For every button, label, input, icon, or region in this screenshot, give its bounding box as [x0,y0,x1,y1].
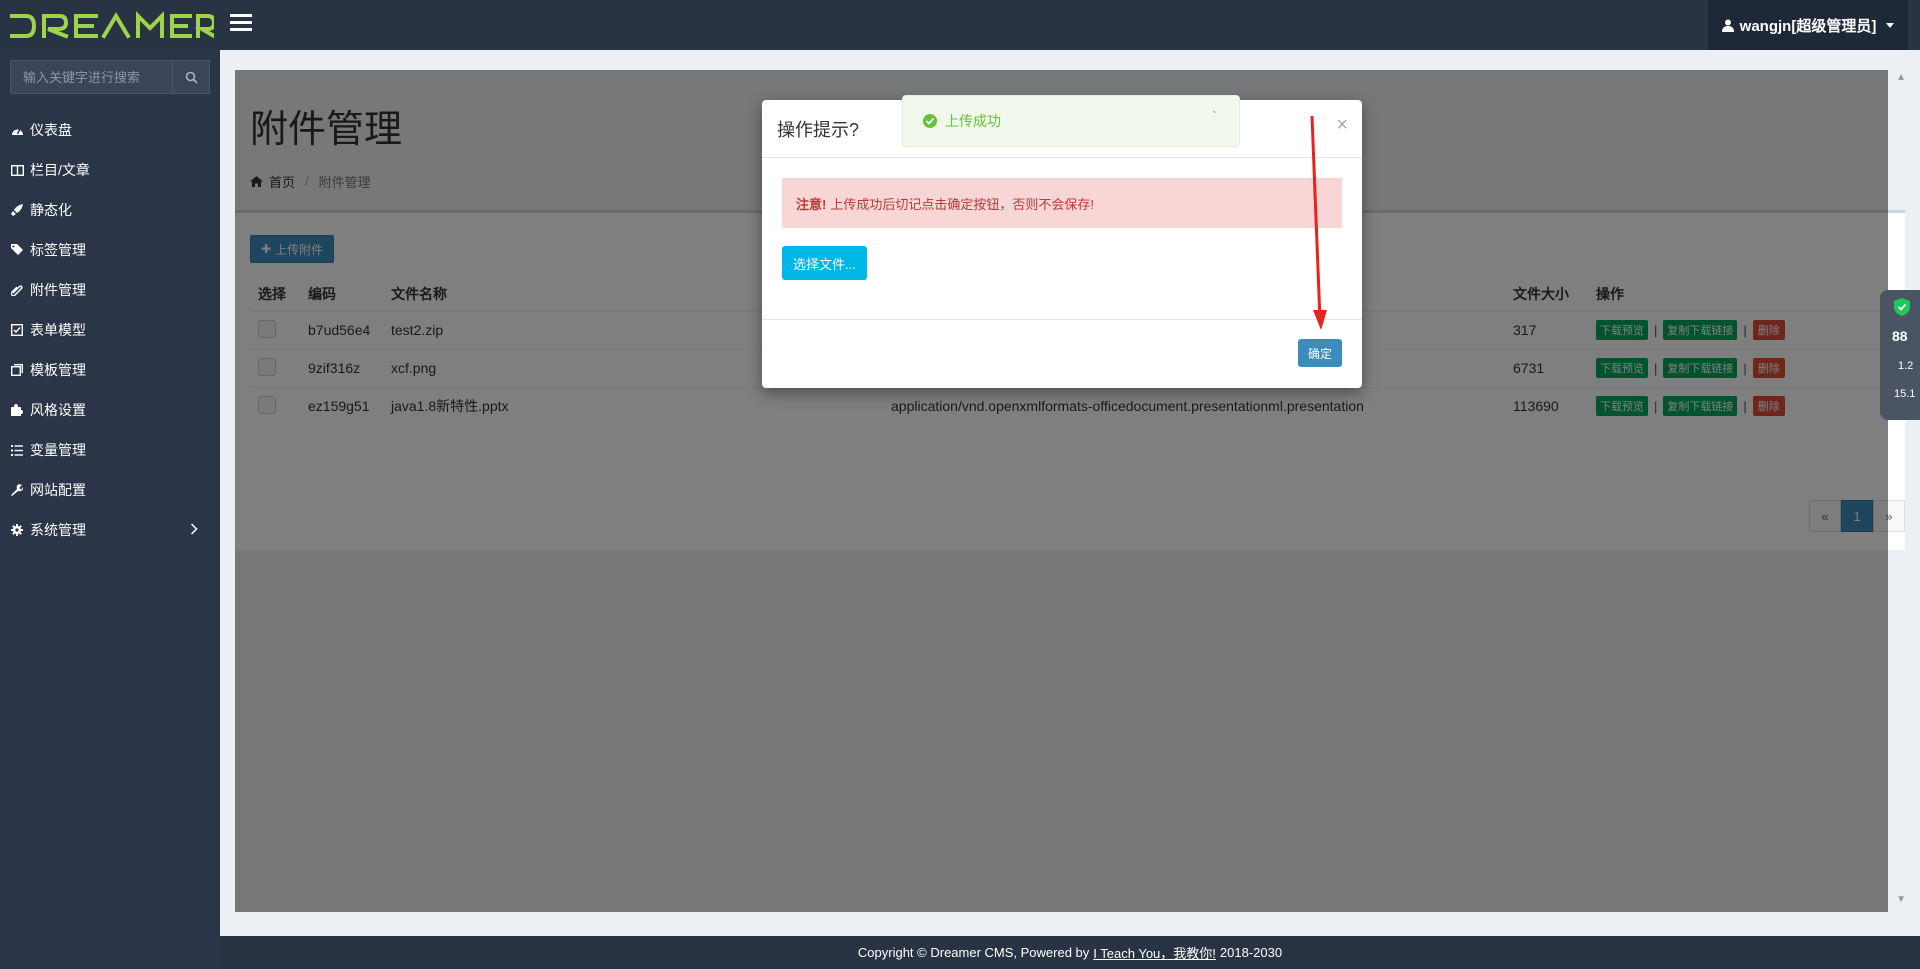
check-circle-icon [923,114,937,128]
sidebar-toggle-button[interactable] [230,14,254,36]
dreamer-logo[interactable] [8,10,214,42]
user-menu[interactable]: wangjn[超级管理员] [1708,0,1908,50]
puzzle-icon [10,403,24,417]
alert-text: 上传成功后切记点击确定按钮，否则不会保存! [830,196,1094,212]
sidebar-item-forms[interactable]: 表单模型 [0,310,220,350]
sidebar-item-site-config[interactable]: 网站配置 [0,470,220,510]
sidebar-item-label: 变量管理 [30,442,86,458]
sidebar-item-label: 栏目/文章 [30,162,90,178]
modal-footer: 确定 [762,319,1362,388]
sidebar-item-styles[interactable]: 风格设置 [0,390,220,430]
sidebar-item-tags[interactable]: 标签管理 [0,230,220,270]
sidebar-item-variables[interactable]: 变量管理 [0,430,220,470]
chevron-right-icon [190,523,198,535]
caret-down-icon [1886,22,1895,28]
sidebar-item-label: 系统管理 [30,522,86,538]
sidebar-search [10,60,210,94]
footer: Copyright © Dreamer CMS, Powered by I Te… [220,936,1920,969]
toast-message: 上传成功 [945,113,1001,129]
upload-speed: 1.2 [1898,360,1914,372]
search-input[interactable] [10,60,173,94]
sidebar-item-attachments[interactable]: 附件管理 [0,270,220,310]
shield-icon [1894,298,1910,316]
toast-close-icon[interactable]: ` [1212,108,1217,124]
warning-alert: 注意! 上传成功后切记点击确定按钮，否则不会保存! [782,178,1342,228]
book-icon [10,163,24,177]
sidebar-item-label: 静态化 [30,202,72,218]
sidebar-item-label: 附件管理 [30,282,86,298]
alert-strong: 注意! [796,196,827,212]
sidebar-item-system[interactable]: 系统管理 [0,510,220,550]
download-speed: 15.1 [1894,388,1916,400]
scroll-up-arrow[interactable]: ▲ [1896,72,1906,83]
paperclip-icon [10,283,24,297]
sidebar-item-label: 标签管理 [30,242,86,258]
user-icon [1721,19,1734,32]
sidebar-item-dashboard[interactable]: 仪表盘 [0,110,220,150]
user-name: wangjn[超级管理员] [1739,17,1877,35]
cpu-percent: 88 [1892,328,1908,344]
template-icon [10,363,24,377]
wrench-icon [10,483,24,497]
confirm-button[interactable]: 确定 [1297,339,1342,367]
gear-icon [10,523,24,537]
dashboard-icon [10,123,24,137]
footer-copyright: Copyright © Dreamer CMS, Powered by [857,945,1090,960]
network-monitor-widget[interactable]: 88 1.2 15.1 [1880,290,1920,420]
tags-icon [10,243,24,257]
sidebar-item-static[interactable]: 静态化 [0,190,220,230]
search-button[interactable] [173,60,210,94]
modal-title: 操作提示? [777,120,860,140]
scroll-down-arrow[interactable]: ▼ [1896,894,1906,905]
footer-link[interactable]: I Teach You，我教你! [1093,943,1216,962]
sidebar-item-templates[interactable]: 模板管理 [0,350,220,390]
sidebar-item-label: 模板管理 [30,362,86,378]
choose-file-button[interactable]: 选择文件... [782,246,867,280]
sidebar: 仪表盘 栏目/文章 静态化 标签管理 附件管理 表单模型 模板管理 风格设置 [0,50,220,969]
rocket-icon [10,203,24,217]
sidebar-item-label: 表单模型 [30,322,86,338]
list-icon [10,443,24,457]
sidebar-item-label: 网站配置 [30,482,86,498]
success-toast: 上传成功 ` [902,95,1240,147]
red-arrow-annotation [1310,115,1327,330]
search-icon [185,71,198,84]
sidebar-item-label: 风格设置 [30,402,86,418]
sidebar-item-label: 仪表盘 [30,122,72,138]
top-navbar: wangjn[超级管理员] [0,0,1920,50]
footer-years: 2018-2030 [1219,945,1283,960]
sidebar-menu: 仪表盘 栏目/文章 静态化 标签管理 附件管理 表单模型 模板管理 风格设置 变… [0,110,220,550]
sidebar-item-articles[interactable]: 栏目/文章 [0,150,220,190]
check-square-icon [10,323,24,337]
